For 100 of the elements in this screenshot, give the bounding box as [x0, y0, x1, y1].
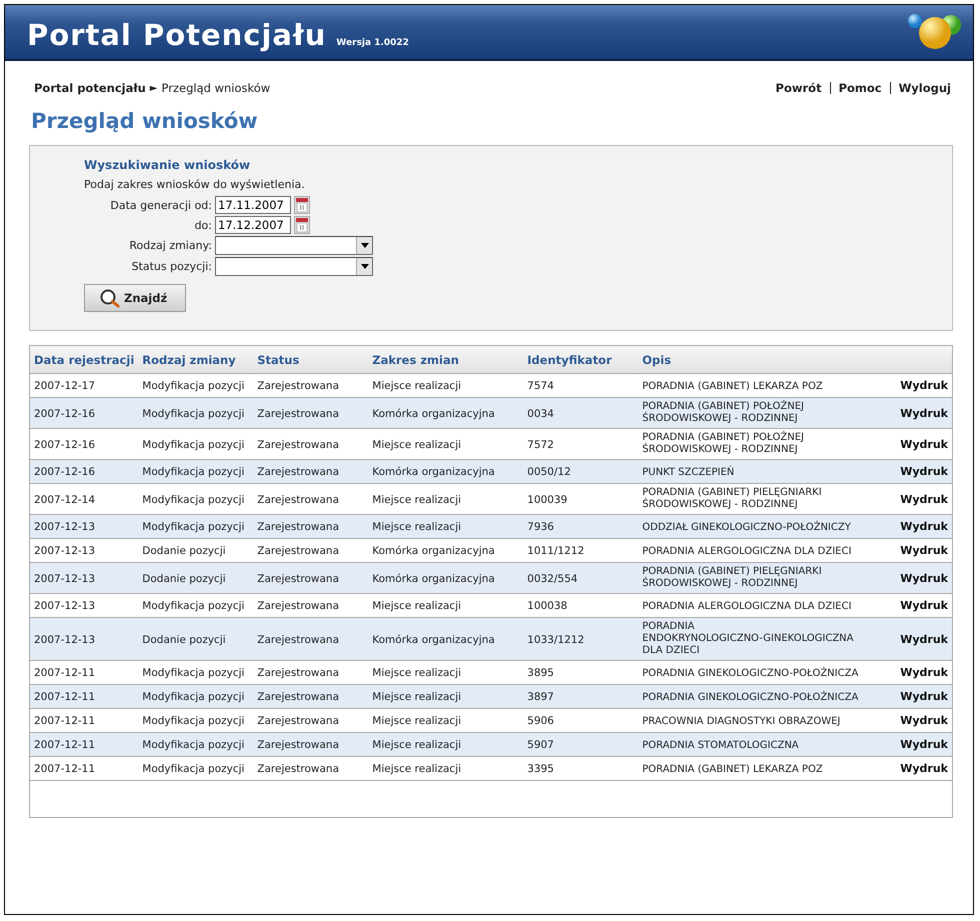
search-button[interactable]: Znajdź [84, 284, 186, 312]
table-cell: 2007-12-16 [34, 466, 96, 478]
table-cell: Modyfikacja pozycji [142, 380, 244, 392]
column-header[interactable]: Opis [642, 352, 672, 366]
table-cell: Zarejestrowana [257, 572, 340, 584]
table-cell: 1011/1212 [527, 545, 584, 557]
table-cell: Dodanie pozycji [142, 634, 226, 646]
dropdown-arrow-icon [360, 264, 368, 269]
date-field[interactable]: 17.11.2007 [215, 196, 291, 214]
table-cell: PORADNIA GINEKOLOGICZNO-POŁOŻNICZA [642, 692, 858, 704]
table-cell: PORADNIA ENDOKRYNOLOGICZNO-GINEKOLOGICZNA DLA DZIECI [642, 621, 854, 657]
table-cell: Zarejestrowana [257, 667, 340, 679]
search-title: Wyszukiwanie wniosków [84, 158, 252, 172]
table-cell: 7572 [527, 438, 554, 450]
table-cell: 2007-12-14 [34, 494, 96, 506]
breadcrumb-link[interactable]: Portal potencjału [34, 81, 146, 95]
field-label: Status pozycji: [130, 260, 212, 273]
table-cell: Modyfikacja pozycji [142, 438, 244, 450]
table-cell: Zarejestrowana [257, 715, 340, 727]
table-cell: 1033/1212 [527, 634, 584, 646]
field-label: do: [194, 218, 212, 232]
table-cell: 5907 [527, 739, 554, 751]
search-hint: Podaj zakres wniosków do wyświetlenia. [84, 178, 306, 191]
table-cell: 3897 [527, 691, 554, 703]
table-cell: Miejsce realizacji [372, 667, 462, 679]
table-cell: Zarejestrowana [257, 545, 340, 557]
dropdown-field[interactable] [215, 236, 373, 255]
calendar-icon[interactable] [294, 196, 310, 214]
table-cell: Modyfikacja pozycji [142, 739, 244, 751]
table-cell: 0034 [527, 408, 554, 420]
table-cell: 0050/12 [527, 466, 571, 478]
table-cell: 2007-12-16 [34, 438, 96, 450]
date-field[interactable]: 17.12.2007 [215, 216, 291, 234]
table-cell: Miejsce realizacji [372, 739, 462, 751]
print-link[interactable]: Wydruk [900, 492, 948, 506]
calendar-icon[interactable] [294, 216, 310, 234]
table-cell: 2007-12-17 [34, 380, 96, 392]
table-cell: 100039 [527, 494, 568, 506]
nav-link[interactable]: Powrót [776, 81, 822, 95]
table-cell: Miejsce realizacji [372, 715, 462, 727]
nav-link[interactable]: Pomoc [838, 81, 882, 95]
current-page-label: Przegląd wniosków [162, 81, 270, 95]
table-cell: 3895 [527, 667, 554, 679]
table-cell: PORADNIA STOMATOLOGICZNA [642, 740, 799, 752]
print-link[interactable]: Wydruk [900, 762, 948, 775]
table-cell: 5906 [527, 715, 554, 727]
table-cell: Modyfikacja pozycji [142, 667, 244, 679]
breadcrumb-separator: ► [150, 82, 158, 94]
print-link[interactable]: Wydruk [900, 438, 948, 450]
table-cell: Zarejestrowana [257, 380, 340, 392]
print-link[interactable]: Wydruk [900, 714, 948, 727]
table-cell: Modyfikacja pozycji [142, 715, 244, 727]
dropdown-field[interactable] [215, 257, 373, 276]
table-cell: Zarejestrowana [257, 408, 340, 420]
table-cell: 2007-12-13 [34, 521, 96, 533]
table-cell: 7936 [527, 521, 554, 533]
table-cell: Miejsce realizacji [372, 521, 462, 533]
table-cell: Miejsce realizacji [372, 763, 462, 775]
table-cell: 2007-12-16 [34, 408, 96, 420]
table-cell: Modyfikacja pozycji [142, 466, 244, 478]
table-cell: Zarejestrowana [257, 634, 340, 646]
table-cell: Modyfikacja pozycji [142, 521, 244, 533]
table-cell: Zarejestrowana [257, 438, 340, 450]
table-cell: PORADNIA (GABINET) PIELĘGNIARKI ŚRODOWISKOWEJ - RODZINNEJ [642, 566, 822, 590]
dropdown-arrow-icon [360, 243, 368, 248]
table-cell: Miejsce realizacji [372, 380, 462, 392]
table-cell: PORADNIA ALERGOLOGICZNA DLA DZIECI [642, 546, 852, 558]
table-cell: Komórka organizacyjna [372, 545, 495, 557]
table-cell: Miejsce realizacji [372, 691, 462, 703]
table-cell: 2007-12-11 [34, 763, 96, 775]
table-cell: 2007-12-11 [34, 667, 96, 679]
field-label: Data generacji od: [109, 198, 212, 212]
table-cell: 2007-12-11 [34, 715, 96, 727]
table-cell: Modyfikacja pozycji [142, 600, 244, 612]
table-cell: Modyfikacja pozycji [142, 408, 244, 420]
print-link[interactable]: Wydruk [900, 599, 948, 612]
table-cell: Zarejestrowana [257, 600, 340, 612]
table-cell: 7574 [527, 380, 554, 392]
table-cell: Zarejestrowana [257, 739, 340, 751]
table-cell: PUNKT SZCZEPIEŃ [642, 466, 734, 478]
table-cell: PORADNIA (GABINET) POŁOŻNEJ ŚRODOWISKOWEJ - RODZINNEJ [642, 432, 804, 456]
table-cell: PORADNIA ALERGOLOGICZNA DLA DZIECI [642, 600, 852, 612]
column-header[interactable]: Status [257, 352, 300, 366]
print-link[interactable]: Wydruk [900, 544, 948, 557]
table-cell: Modyfikacja pozycji [142, 763, 244, 775]
version-label: Wersja 1.0022 [336, 38, 409, 48]
table-cell: 2007-12-11 [34, 739, 96, 751]
table-cell: PORADNIA GINEKOLOGICZNO-POŁOŻNICZA [642, 668, 858, 680]
table-cell: Miejsce realizacji [372, 494, 462, 506]
nav-link[interactable]: Wyloguj [898, 81, 951, 95]
table-cell: 2007-12-11 [34, 691, 96, 703]
table-cell: PORADNIA (GABINET) POŁOŻNEJ ŚRODOWISKOWEJ - RODZINNEJ [642, 401, 804, 425]
print-link[interactable]: Wydruk [900, 666, 948, 679]
table-cell: 2007-12-13 [34, 600, 96, 612]
print-link[interactable]: Wydruk [900, 379, 948, 392]
table-cell: 0032/554 [527, 572, 578, 584]
table-cell: PORADNIA (GABINET) PIELĘGNIARKI ŚRODOWISKOWEJ - RODZINNEJ [642, 487, 822, 511]
field-label: Rodzaj zmiany: [128, 239, 212, 252]
table-cell: Zarejestrowana [257, 763, 340, 775]
table-cell: Komórka organizacyjna [372, 572, 495, 584]
